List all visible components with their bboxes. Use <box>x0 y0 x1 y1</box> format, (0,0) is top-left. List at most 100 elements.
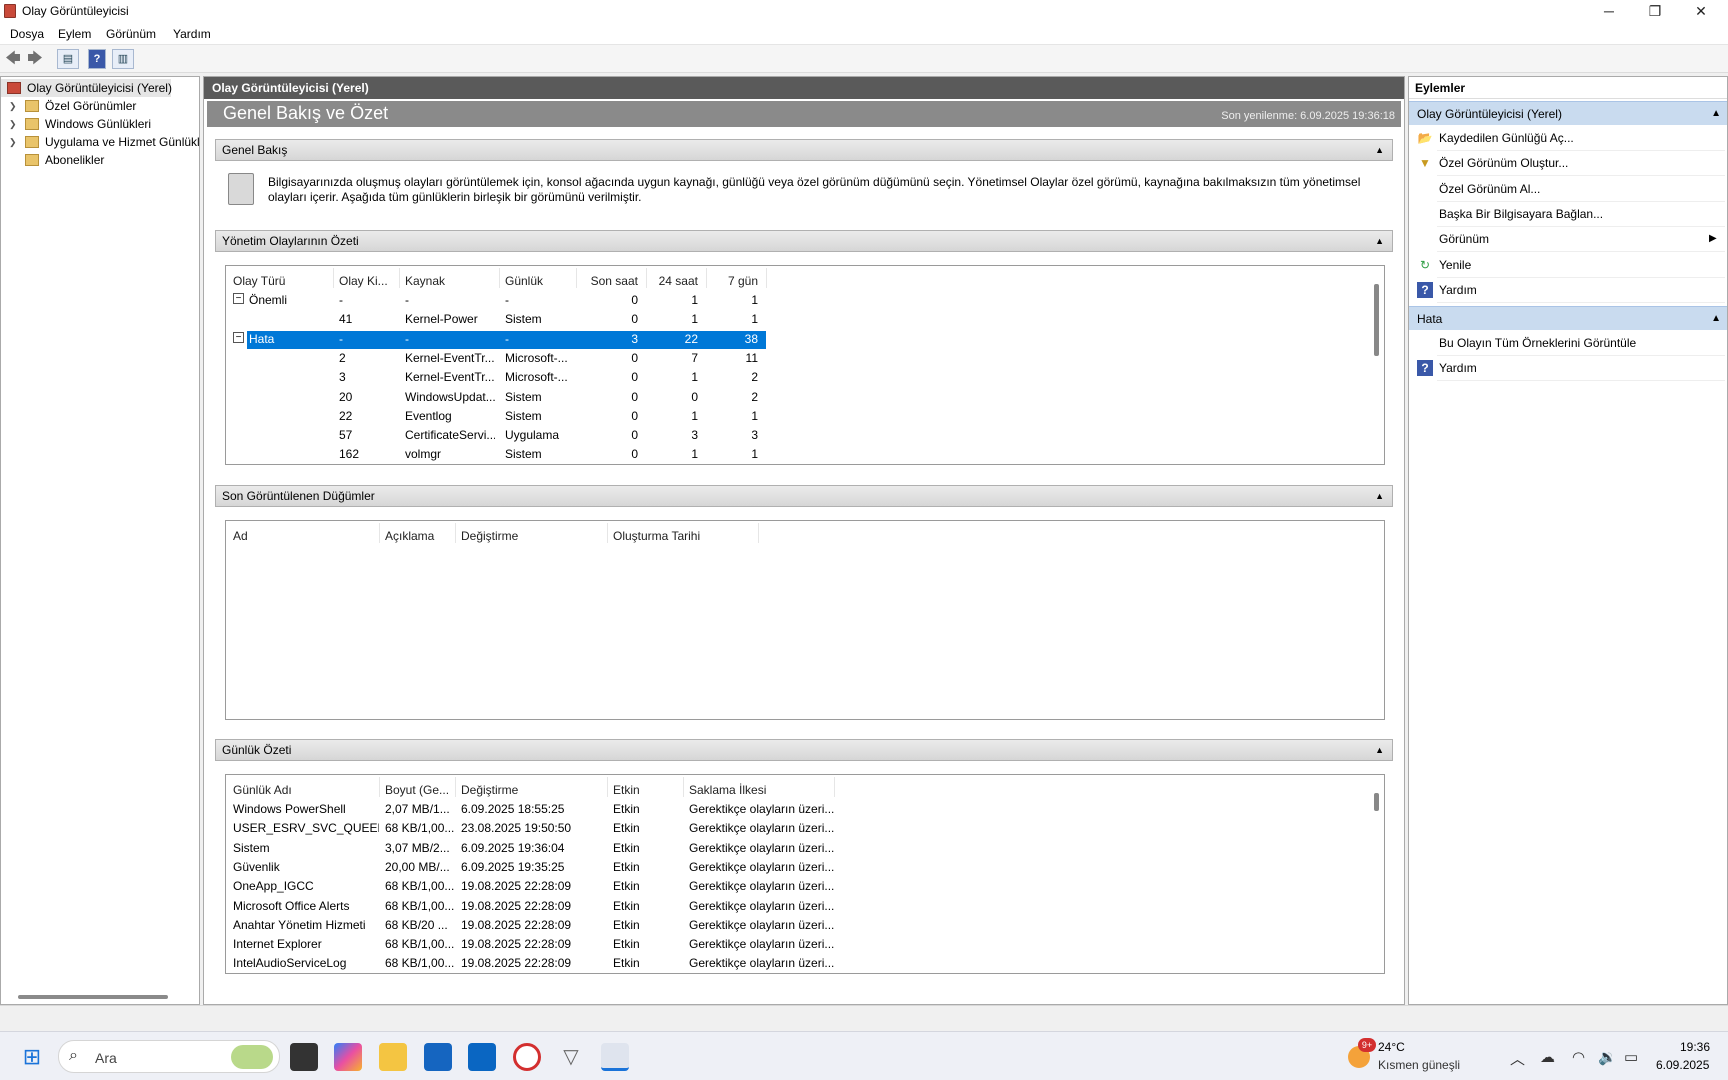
scrollbar-thumb[interactable] <box>1374 793 1379 811</box>
column-header[interactable]: Ad <box>233 529 248 543</box>
weather-temp[interactable]: 24°C <box>1378 1040 1405 1054</box>
column-header[interactable]: Son saat <box>576 274 638 288</box>
search-box[interactable]: ⌕ Ara <box>58 1040 280 1073</box>
submenu-arrow-icon[interactable]: ▶ <box>1709 228 1717 250</box>
cell-retention: Gerektikçe olayların üzeri... <box>689 879 834 894</box>
action-label[interactable]: Yardım <box>1439 279 1477 301</box>
cell-hour: 0 <box>631 312 638 327</box>
cell-week: 11 <box>745 350 758 365</box>
summary-table: Olay Türü Olay Ki... Kaynak Günlük Son s… <box>225 265 1385 465</box>
summary-section-header[interactable]: Yönetim Olaylarının Özeti ▲ <box>215 230 1393 252</box>
cell-size: 68 KB/1,00... <box>385 956 455 971</box>
cell-hour: 0 <box>631 350 638 365</box>
cell-id: 3 <box>339 370 346 385</box>
column-header[interactable]: Değiştirme <box>461 529 518 543</box>
wifi-icon[interactable]: ◠ <box>1572 1048 1585 1066</box>
search-placeholder: Ara <box>95 1050 117 1066</box>
action-label[interactable]: Görünüm <box>1439 228 1489 250</box>
collapse-icon[interactable]: ▲ <box>1375 140 1384 160</box>
column-header[interactable]: Değiştirme <box>461 783 518 797</box>
action-label[interactable]: Bu Olayın Tüm Örneklerini Görüntüle <box>1439 332 1636 354</box>
back-arrow-icon[interactable]: 🡄 <box>4 50 22 68</box>
opera-icon[interactable] <box>513 1043 541 1071</box>
column-header[interactable]: Günlük Adı <box>233 783 292 797</box>
action-pane-toggle-icon[interactable]: ▥ <box>112 49 134 69</box>
event-viewer-taskbar-icon[interactable] <box>601 1043 629 1071</box>
minimize-button[interactable]: ─ <box>1586 0 1632 23</box>
cell-source: Eventlog <box>405 408 452 423</box>
log-summary-scrollbar[interactable] <box>1368 775 1384 973</box>
app-icon-v[interactable]: ▽ <box>557 1043 585 1071</box>
tree-horizontal-scrollbar[interactable] <box>18 995 168 999</box>
column-header[interactable]: Kaynak <box>405 274 445 288</box>
cell-enabled: Etkin <box>613 879 640 894</box>
clock-time[interactable]: 19:36 <box>1680 1040 1710 1054</box>
column-header[interactable]: 24 saat <box>646 274 698 288</box>
start-icon[interactable]: ⊞ <box>18 1043 46 1071</box>
menu-eylem[interactable]: Eylem <box>58 27 91 41</box>
cell-retention: Gerektikçe olayların üzeri... <box>689 917 834 932</box>
clock-date[interactable]: 6.09.2025 <box>1656 1058 1709 1072</box>
store-icon[interactable] <box>424 1043 452 1071</box>
section-title: Genel Bakış <box>222 143 288 157</box>
cell-log: Sistem <box>505 408 542 423</box>
cell-log-name: OneApp_IGCC <box>233 879 314 894</box>
action-label[interactable]: Özel Görünüm Al... <box>1439 178 1540 200</box>
cell-retention: Gerektikçe olayların üzeri... <box>689 821 834 836</box>
column-header[interactable]: Oluşturma Tarihi <box>613 529 700 543</box>
chevron-right-icon[interactable]: ❯ <box>9 115 17 133</box>
cell-retention: Gerektikçe olayların üzeri... <box>689 956 834 971</box>
recent-section-header[interactable]: Son Görüntülenen Düğümler ▲ <box>215 485 1393 507</box>
log-summary-section-header[interactable]: Günlük Özeti ▲ <box>215 739 1393 761</box>
column-header[interactable]: Günlük <box>505 274 543 288</box>
forward-arrow-icon[interactable]: 🡆 <box>26 50 44 68</box>
column-header[interactable]: 7 gün <box>706 274 758 288</box>
onedrive-icon[interactable]: ☁ <box>1540 1048 1555 1066</box>
collapse-toggle-icon[interactable]: − <box>233 331 244 343</box>
action-label[interactable]: Başka Bir Bilgisayara Bağlan... <box>1439 203 1603 225</box>
menu-gorunum[interactable]: Görünüm <box>106 27 156 41</box>
action-label[interactable]: Yenile <box>1439 254 1471 276</box>
center-header: Olay Görüntüleyicisi (Yerel) <box>204 77 1404 99</box>
tree-item-root[interactable]: Olay Görüntüleyicisi (Yerel) <box>1 79 172 97</box>
collapse-icon[interactable]: ▲ <box>1711 307 1721 331</box>
scrollbar-thumb[interactable] <box>1374 284 1379 356</box>
maximize-button[interactable]: ❐ <box>1632 0 1678 23</box>
collapse-toggle-icon[interactable]: − <box>233 293 244 304</box>
outlook-icon[interactable] <box>468 1043 496 1071</box>
weather-desc[interactable]: Kısmen güneşli <box>1378 1058 1460 1072</box>
chevron-up-icon[interactable]: ︿ <box>1510 1048 1525 1069</box>
menu-dosya[interactable]: Dosya <box>10 27 44 41</box>
file-explorer-icon[interactable] <box>379 1043 407 1071</box>
collapse-icon[interactable]: ▲ <box>1375 486 1384 506</box>
actions-section-event-viewer[interactable]: Olay Görüntüleyicisi (Yerel) ▲ <box>1409 101 1727 126</box>
collapse-icon[interactable]: ▲ <box>1375 740 1384 760</box>
cell-modified: 19.08.2025 22:28:09 <box>461 917 572 932</box>
volume-icon[interactable]: 🔉 <box>1598 1048 1617 1066</box>
task-view-icon[interactable] <box>290 1043 318 1071</box>
column-header[interactable]: Olay Ki... <box>339 274 388 288</box>
close-button[interactable]: ✕ <box>1678 0 1724 23</box>
action-label[interactable]: Kaydedilen Günlüğü Aç... <box>1439 127 1574 149</box>
summary-scrollbar[interactable] <box>1368 266 1384 464</box>
column-header[interactable]: Olay Türü <box>233 274 285 288</box>
cell-source: WindowsUpdat... <box>405 389 495 404</box>
console-tree-toggle-icon[interactable]: ▤ <box>57 49 79 69</box>
battery-icon[interactable]: ▭ <box>1624 1048 1638 1066</box>
column-header[interactable]: Boyut (Ge... <box>385 783 449 797</box>
column-header[interactable]: Saklama İlkesi <box>689 783 766 797</box>
collapse-icon[interactable]: ▲ <box>1711 102 1721 126</box>
help-icon[interactable]: ? <box>88 49 106 69</box>
action-label[interactable]: Özel Görünüm Oluştur... <box>1439 152 1568 174</box>
action-label[interactable]: Yardım <box>1439 357 1477 379</box>
copilot-icon[interactable] <box>334 1043 362 1071</box>
collapse-icon[interactable]: ▲ <box>1375 231 1384 251</box>
menu-yardim[interactable]: Yardım <box>173 27 211 41</box>
chevron-right-icon[interactable]: ❯ <box>9 133 17 151</box>
actions-section-error[interactable]: Hata ▲ <box>1409 306 1727 331</box>
column-header[interactable]: Açıklama <box>385 529 434 543</box>
cell-enabled: Etkin <box>613 859 640 874</box>
chevron-right-icon[interactable]: ❯ <box>9 97 17 115</box>
column-header[interactable]: Etkin <box>613 783 640 797</box>
overview-section-header[interactable]: Genel Bakış ▲ <box>215 139 1393 161</box>
